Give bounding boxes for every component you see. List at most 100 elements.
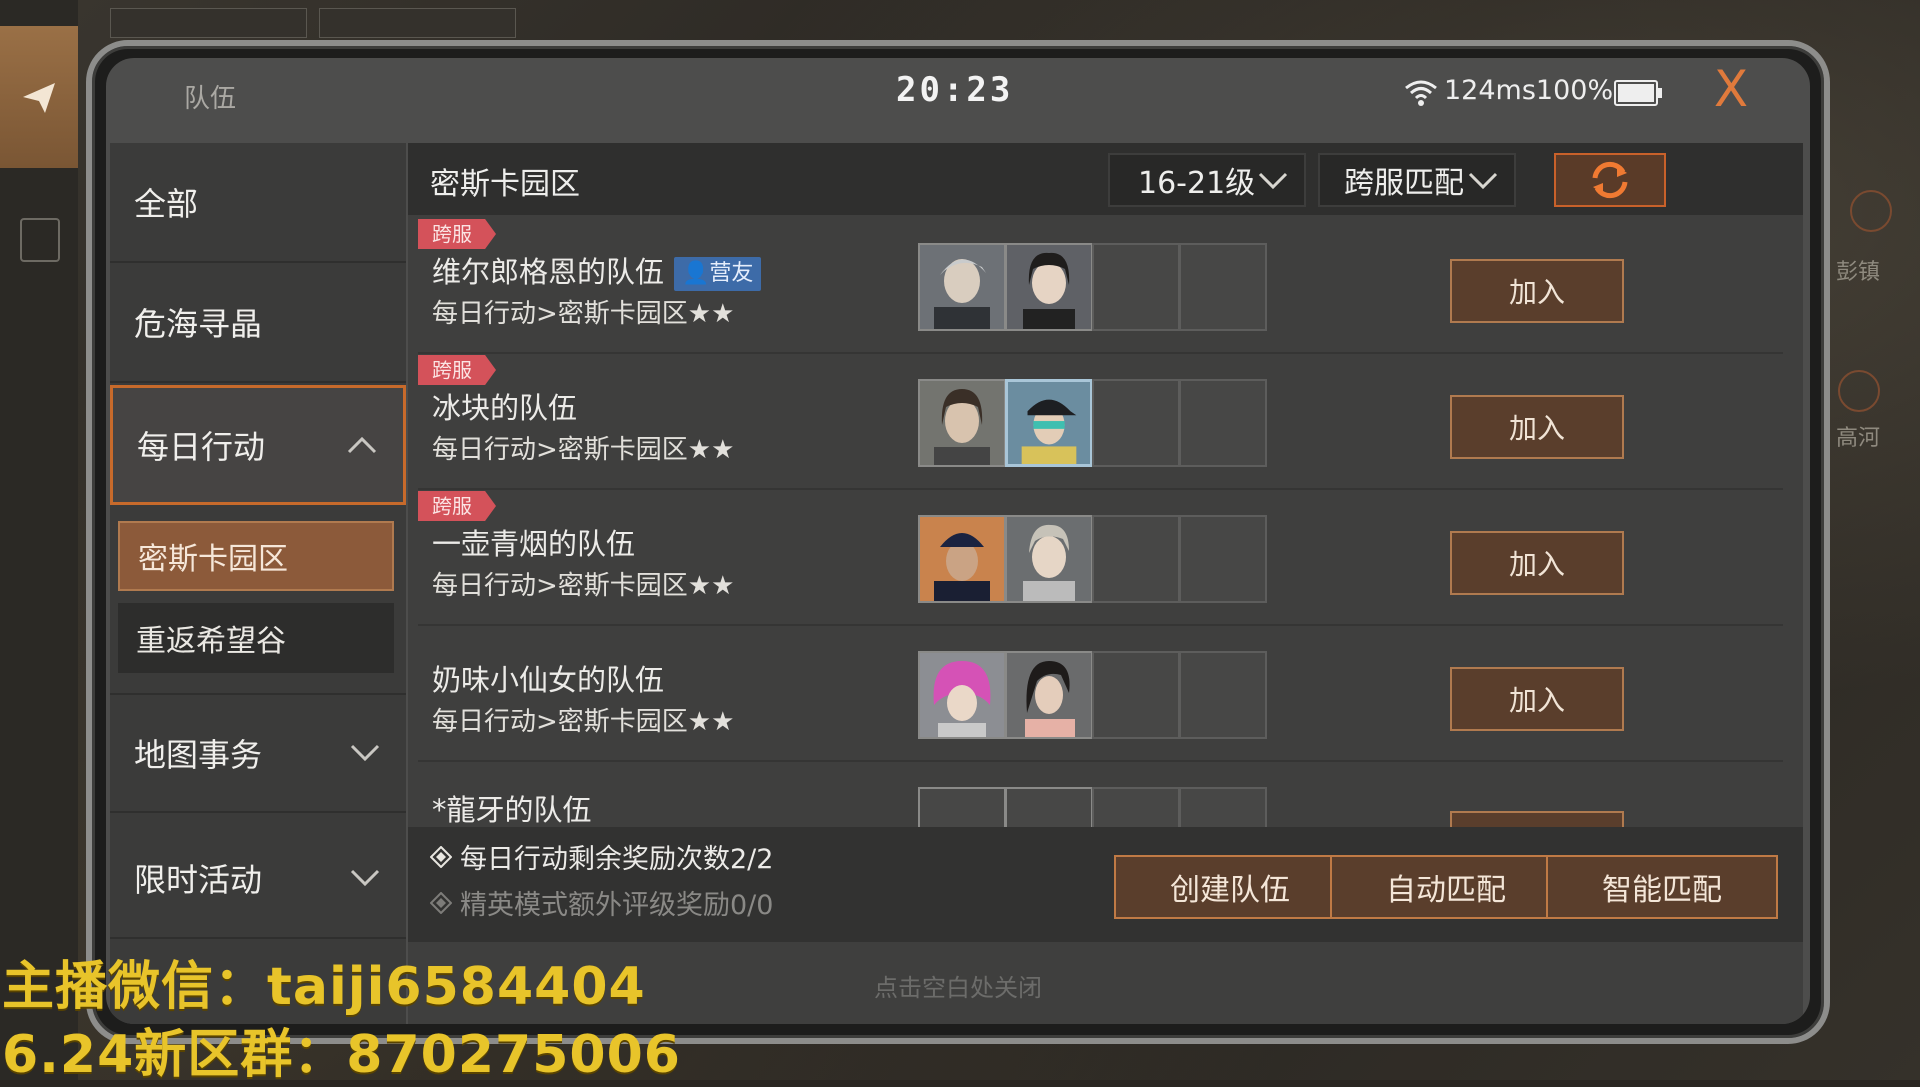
sidebar-item-label: 全部 [134, 185, 199, 223]
team-row: 跨服 一壶青烟的队伍 每日行动>密斯卡园区★★ 加入 [418, 489, 1783, 626]
camp-friend-label: 营友 [709, 261, 754, 286]
member-avatar[interactable] [1005, 515, 1093, 603]
team-row: *龍牙的队伍 [418, 761, 1783, 827]
empty-member-slot[interactable] [1179, 651, 1267, 739]
smart-match-button[interactable]: 智能匹配 [1546, 855, 1778, 919]
join-button[interactable] [1450, 811, 1624, 827]
member-avatar[interactable] [1005, 243, 1093, 331]
wifi-icon [1405, 80, 1437, 106]
avatar-portrait-icon [920, 653, 1004, 737]
chevron-down-icon [1258, 172, 1288, 190]
team-row: 跨服 冰块的队伍 每日行动>密斯卡园区★★ 加入 [418, 353, 1783, 490]
empty-member-slot[interactable] [1092, 651, 1180, 739]
join-button[interactable]: 加入 [1450, 531, 1624, 595]
empty-member-slot[interactable] [1092, 787, 1180, 827]
map-label: 彭镇 [1836, 260, 1881, 285]
sidebar-subitem-misika[interactable]: 密斯卡园区 [118, 521, 394, 591]
sidebar-item-daily-actions[interactable]: 每日行动 [110, 385, 406, 505]
team-name: 维尔郎格恩的队伍 👤营友 [432, 249, 762, 291]
team-panel: 队伍 20:23 124ms100% X 全部 危海寻晶 每日行动 密斯卡园区 … [106, 58, 1810, 1024]
team-activity: 每日行动>密斯卡园区★★ [432, 707, 735, 737]
avatar-portrait-icon [1008, 382, 1090, 464]
map-marker-icon [1838, 370, 1880, 412]
clock: 20:23 [896, 70, 1014, 110]
match-mode-dropdown[interactable]: 跨服匹配 [1318, 153, 1516, 207]
avatar-portrait-icon [1007, 245, 1091, 329]
member-avatar[interactable] [918, 379, 1006, 467]
reward-count-line: 每日行动剩余奖励次数2/2 [430, 837, 773, 876]
camp-friend-badge: 👤营友 [674, 257, 762, 291]
join-button[interactable]: 加入 [1450, 395, 1624, 459]
sidebar-item-map-affairs[interactable]: 地图事务 [110, 693, 406, 813]
level-filter-value: 16-21级 [1138, 166, 1256, 201]
empty-member-slot[interactable] [1092, 243, 1180, 331]
empty-member-slot[interactable] [1179, 787, 1267, 827]
chevron-down-icon [350, 744, 380, 762]
reward-count-text: 每日行动剩余奖励次数2/2 [460, 844, 774, 875]
auto-match-button[interactable]: 自动匹配 [1330, 855, 1562, 919]
sidebar-item-label: 危海寻晶 [134, 305, 263, 343]
close-button[interactable]: X [1706, 64, 1756, 116]
join-button[interactable]: 加入 [1450, 259, 1624, 323]
level-filter-dropdown[interactable]: 16-21级 [1108, 153, 1306, 207]
cross-server-tag: 跨服 [418, 219, 496, 249]
member-avatar[interactable] [1005, 787, 1093, 827]
battery-icon [1614, 80, 1662, 106]
person-icon: 👤 [682, 261, 710, 286]
elite-reward-text: 精英模式额外评级奖励0/0 [460, 890, 774, 921]
ping-battery-readout: 124ms100% [1444, 75, 1614, 106]
create-team-button[interactable]: 创建队伍 [1114, 855, 1346, 919]
avatar-portrait-icon [1007, 653, 1091, 737]
member-avatar[interactable] [1005, 651, 1093, 739]
send-button[interactable] [0, 26, 78, 168]
member-avatar[interactable] [918, 515, 1006, 603]
cross-server-tag: 跨服 [418, 491, 496, 521]
empty-member-slot[interactable] [1179, 243, 1267, 331]
filter-bar: 密斯卡园区 16-21级 跨服匹配 [408, 143, 1803, 215]
empty-member-slot[interactable] [1179, 379, 1267, 467]
empty-member-slot[interactable] [1092, 515, 1180, 603]
sidebar-item-crystal-hunt[interactable]: 危海寻晶 [110, 263, 406, 383]
panel-footer: 每日行动剩余奖励次数2/2 精英模式额外评级奖励0/0 创建队伍 自动匹配 智能… [408, 827, 1803, 942]
top-tab[interactable] [110, 8, 307, 38]
team-row: 跨服 维尔郎格恩的队伍 👤营友 每日行动>密斯卡园区★★ 加入 [418, 217, 1783, 354]
avatar-portrait-icon [920, 245, 1004, 329]
avatar-portrait-icon [1007, 517, 1091, 601]
empty-member-slot[interactable] [1179, 515, 1267, 603]
refresh-button[interactable] [1554, 153, 1666, 207]
paper-plane-icon [23, 83, 55, 113]
task-list-icon[interactable] [20, 218, 60, 262]
team-list-panel: 密斯卡园区 16-21级 跨服匹配 跨服 维尔郎格恩的队伍 👤营友 每日行动>密… [408, 143, 1803, 1024]
avatar-portrait-icon [920, 381, 1004, 465]
left-toolbar [0, 0, 78, 1080]
cross-server-tag: 跨服 [418, 355, 496, 385]
team-activity: 每日行动>密斯卡园区★★ [432, 571, 735, 601]
sidebar-item-all[interactable]: 全部 [110, 143, 406, 263]
team-name-text: 维尔郎格恩的队伍 [432, 255, 665, 289]
team-name: 冰块的队伍 [432, 391, 578, 425]
team-name: 一壶青烟的队伍 [432, 527, 636, 561]
diamond-icon [430, 845, 452, 868]
sidebar-subitem-hope-valley[interactable]: 重返希望谷 [118, 603, 394, 673]
team-row: 奶味小仙女的队伍 每日行动>密斯卡园区★★ 加入 [418, 625, 1783, 762]
join-button[interactable]: 加入 [1450, 667, 1624, 731]
chevron-up-icon [347, 436, 377, 454]
category-sidebar: 全部 危海寻晶 每日行动 密斯卡园区 重返希望谷 地图事务 限时活动 [110, 143, 406, 1024]
sidebar-item-label: 地图事务 [134, 736, 263, 774]
member-avatar[interactable] [918, 787, 1006, 827]
member-avatar[interactable] [1005, 379, 1093, 467]
sidebar-item-label: 每日行动 [137, 428, 266, 466]
member-avatar[interactable] [918, 651, 1006, 739]
member-avatar[interactable] [918, 243, 1006, 331]
sidebar-item-limited-events[interactable]: 限时活动 [110, 819, 406, 939]
team-activity: 每日行动>密斯卡园区★★ [432, 435, 735, 465]
team-name: 奶味小仙女的队伍 [432, 663, 665, 697]
team-name: *龍牙的队伍 [432, 793, 592, 827]
empty-member-slot[interactable] [1092, 379, 1180, 467]
top-tab[interactable] [319, 8, 516, 38]
stream-overlay-group: 6.24新区群：870275006 [2, 1025, 681, 1085]
match-mode-value: 跨服匹配 [1344, 166, 1464, 201]
chevron-down-icon [1468, 172, 1498, 190]
top-tabs [110, 8, 530, 38]
map-marker-icon [1850, 190, 1892, 232]
